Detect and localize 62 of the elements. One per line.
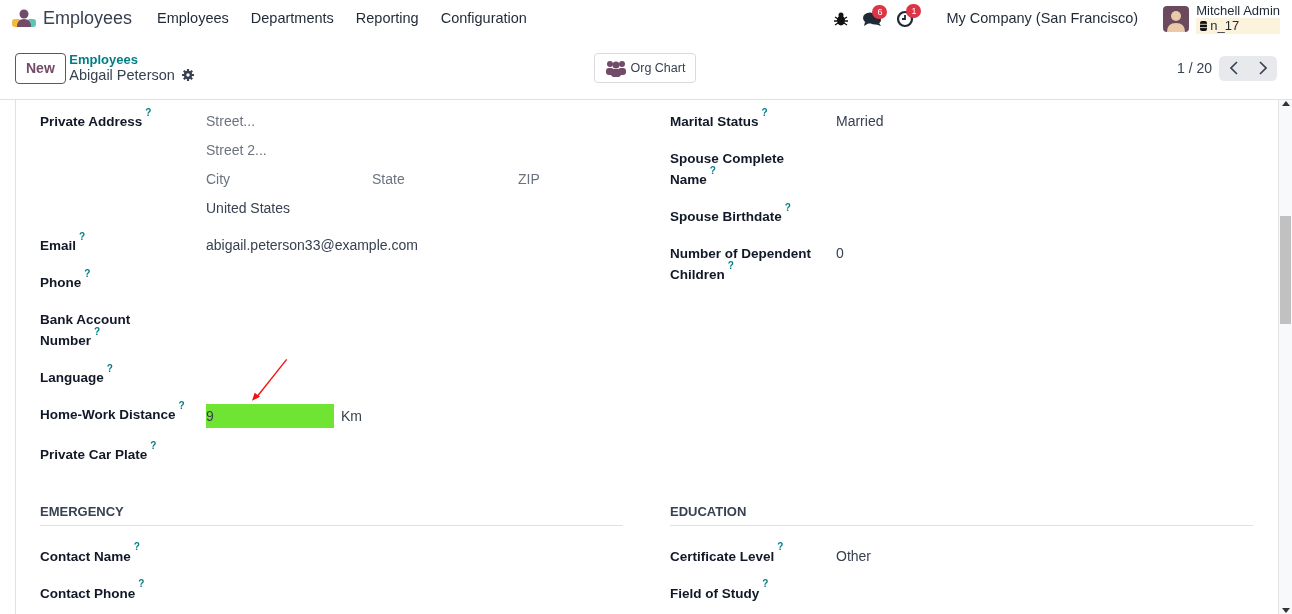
help-tooltip[interactable]: ? <box>79 230 86 242</box>
zip-field[interactable]: ZIP <box>518 169 608 190</box>
street-field[interactable]: Street 2... <box>206 140 506 161</box>
people-icon <box>605 59 627 77</box>
app-logo-icon[interactable] <box>12 8 36 29</box>
help-tooltip[interactable]: ? <box>709 164 716 176</box>
database-name: n_17 <box>1210 17 1240 34</box>
chevron-right-icon <box>1258 61 1267 75</box>
field-value: Other <box>836 547 871 564</box>
section-heading: EDUCATION <box>670 502 1253 526</box>
company-switcher[interactable]: My Company (San Francisco) <box>935 7 1150 30</box>
help-tooltip[interactable]: ? <box>150 439 157 451</box>
record-name: Abigail Peterson <box>69 66 175 84</box>
unit-label: Km <box>341 406 362 426</box>
help-tooltip[interactable]: ? <box>84 267 91 279</box>
menu-item[interactable]: Configuration <box>429 7 538 30</box>
city-field[interactable]: City <box>206 169 372 190</box>
bug-icon[interactable] <box>834 11 849 26</box>
help-tooltip[interactable]: ? <box>94 325 101 337</box>
app-name[interactable]: Employees <box>43 5 133 32</box>
section-heading: EMERGENCY <box>40 502 623 526</box>
help-tooltip[interactable]: ? <box>178 399 185 411</box>
field-label: Spouse Complete Name $^{?}$ <box>670 150 786 189</box>
notification-count: 1 <box>906 3 922 18</box>
menu-item[interactable]: Reporting <box>344 7 430 30</box>
help-tooltip[interactable]: ? <box>138 578 145 589</box>
help-tooltip[interactable]: ? <box>106 362 113 374</box>
scroll-down-icon[interactable] <box>1281 608 1290 614</box>
help-tooltip[interactable]: ? <box>727 259 734 271</box>
street-field[interactable]: Street... <box>206 111 506 132</box>
scroll-up-icon[interactable] <box>1281 100 1290 106</box>
previous-button[interactable] <box>1219 55 1248 81</box>
field-label: Number of Dependent Children $^{?}$ <box>670 245 812 284</box>
new-button[interactable]: New <box>15 52 66 84</box>
help-tooltip[interactable]: ? <box>762 578 769 589</box>
field-value: 0 <box>836 245 844 261</box>
distance-field[interactable]: 9 <box>206 404 334 428</box>
field-value: abigail.peterson33@example.com <box>206 237 418 253</box>
field-label: Bank Account Number $^{?}$ <box>40 311 132 350</box>
database-icon <box>1199 20 1207 31</box>
chevron-left-icon <box>1229 61 1238 75</box>
user-name[interactable]: Mitchell Admin <box>1196 3 1280 18</box>
scrollbar-thumb[interactable] <box>1280 216 1291 324</box>
state-field[interactable]: State <box>372 169 518 190</box>
breadcrumb-link[interactable]: Employees <box>69 52 194 67</box>
help-tooltip[interactable]: ? <box>145 106 152 118</box>
help-tooltip[interactable]: ? <box>133 541 140 552</box>
notification-count: 6 <box>872 4 888 19</box>
avatar-icon[interactable] <box>1163 5 1190 32</box>
next-button[interactable] <box>1248 55 1277 81</box>
scrollbar[interactable] <box>1278 100 1292 614</box>
country-field[interactable]: United States <box>206 198 506 219</box>
help-tooltip[interactable]: ? <box>784 201 791 213</box>
pager-value: 1 / 20 <box>1176 58 1212 78</box>
menu-item[interactable]: Departments <box>239 7 345 30</box>
clock-icon[interactable] <box>896 9 915 28</box>
help-tooltip[interactable]: ? <box>777 541 784 552</box>
field-value: Married <box>836 113 884 129</box>
settings-icon[interactable] <box>181 69 194 81</box>
help-tooltip[interactable]: ? <box>761 106 768 118</box>
menu-item[interactable]: Employees <box>146 7 240 30</box>
org-chart-button[interactable]: Org Chart <box>594 52 697 84</box>
